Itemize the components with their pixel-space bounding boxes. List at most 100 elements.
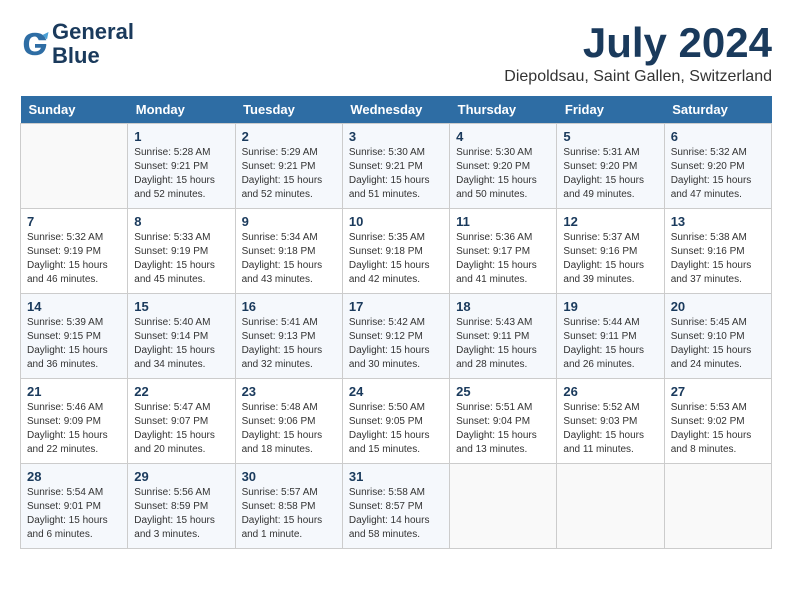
week-row-3: 14 Sunrise: 5:39 AM Sunset: 9:15 PM Dayli… [21,294,772,379]
day-number: 29 [134,469,228,484]
day-info: Sunrise: 5:52 AM Sunset: 9:03 PM Dayligh… [563,401,657,457]
day-cell [557,464,664,549]
day-number: 11 [456,214,550,229]
day-info: Sunrise: 5:53 AM Sunset: 9:02 PM Dayligh… [671,401,765,457]
title-block: July 2024 Diepoldsau, Saint Gallen, Swit… [504,20,772,86]
day-number: 16 [242,299,336,314]
day-info: Sunrise: 5:54 AM Sunset: 9:01 PM Dayligh… [27,486,121,542]
day-info: Sunrise: 5:47 AM Sunset: 9:07 PM Dayligh… [134,401,228,457]
day-number: 27 [671,384,765,399]
header-cell-wednesday: Wednesday [342,96,449,124]
day-number: 23 [242,384,336,399]
day-cell: 17Sunrise: 5:42 AM Sunset: 9:12 PM Dayli… [342,294,449,379]
day-info: Sunrise: 5:51 AM Sunset: 9:04 PM Dayligh… [456,401,550,457]
day-number: 26 [563,384,657,399]
day-cell [664,464,771,549]
day-cell: 18 Sunrise: 5:43 AM Sunset: 9:11 PM Dayli… [450,294,557,379]
day-info: Sunrise: 5:30 AM Sunset: 9:21 PM Dayligh… [349,146,443,202]
day-cell: 22 Sunrise: 5:47 AM Sunset: 9:07 PM Dayli… [128,379,235,464]
day-cell: 5 Sunrise: 5:31 AM Sunset: 9:20 PM Daylig… [557,124,664,209]
day-number: 14 [27,299,121,314]
day-cell: 11 Sunrise: 5:36 AM Sunset: 9:17 PM Dayli… [450,209,557,294]
day-cell: 24Sunrise: 5:50 AM Sunset: 9:05 PM Dayli… [342,379,449,464]
day-cell: 6 Sunrise: 5:32 AM Sunset: 9:20 PM Daylig… [664,124,771,209]
day-number: 25 [456,384,550,399]
day-number: 8 [134,214,228,229]
day-number: 31 [349,469,443,484]
day-info: Sunrise: 5:35 AM Sunset: 9:18 PM Dayligh… [349,231,443,287]
day-cell: 14 Sunrise: 5:39 AM Sunset: 9:15 PM Dayli… [21,294,128,379]
day-cell: 2Sunrise: 5:29 AM Sunset: 9:21 PM Daylig… [235,124,342,209]
day-cell: 9 Sunrise: 5:34 AM Sunset: 9:18 PM Daylig… [235,209,342,294]
day-info: Sunrise: 5:45 AM Sunset: 9:10 PM Dayligh… [671,316,765,372]
day-number: 17 [349,299,443,314]
day-info: Sunrise: 5:34 AM Sunset: 9:18 PM Dayligh… [242,231,336,287]
logo: General Blue [20,20,134,68]
day-cell: 26 Sunrise: 5:52 AM Sunset: 9:03 PM Dayli… [557,379,664,464]
day-number: 28 [27,469,121,484]
day-cell [21,124,128,209]
day-info: Sunrise: 5:40 AM Sunset: 9:14 PM Dayligh… [134,316,228,372]
month-title: July 2024 [504,20,772,66]
day-info: Sunrise: 5:44 AM Sunset: 9:11 PM Dayligh… [563,316,657,372]
day-number: 20 [671,299,765,314]
day-number: 15 [134,299,228,314]
day-info: Sunrise: 5:31 AM Sunset: 9:20 PM Dayligh… [563,146,657,202]
day-info: Sunrise: 5:30 AM Sunset: 9:20 PM Dayligh… [456,146,550,202]
calendar-table: SundayMondayTuesdayWednesdayThursdayFrid… [20,96,772,549]
day-number: 1 [134,129,228,144]
header-cell-friday: Friday [557,96,664,124]
day-cell: 3 Sunrise: 5:30 AM Sunset: 9:21 PM Daylig… [342,124,449,209]
day-number: 19 [563,299,657,314]
day-info: Sunrise: 5:50 AM Sunset: 9:05 PM Dayligh… [349,401,443,457]
week-row-5: 28 Sunrise: 5:54 AM Sunset: 9:01 PM Dayli… [21,464,772,549]
day-cell: 12Sunrise: 5:37 AM Sunset: 9:16 PM Dayli… [557,209,664,294]
day-number: 22 [134,384,228,399]
day-number: 10 [349,214,443,229]
day-cell: 31 Sunrise: 5:58 AM Sunset: 8:57 PM Dayli… [342,464,449,549]
header-cell-sunday: Sunday [21,96,128,124]
calendar-body: 1 Sunrise: 5:28 AM Sunset: 9:21 PM Daylig… [21,124,772,549]
day-info: Sunrise: 5:36 AM Sunset: 9:17 PM Dayligh… [456,231,550,287]
day-number: 5 [563,129,657,144]
location: Diepoldsau, Saint Gallen, Switzerland [504,68,772,86]
day-info: Sunrise: 5:29 AM Sunset: 9:21 PM Dayligh… [242,146,336,202]
day-cell: 16 Sunrise: 5:41 AM Sunset: 9:13 PM Dayli… [235,294,342,379]
day-cell: 20 Sunrise: 5:45 AM Sunset: 9:10 PM Dayli… [664,294,771,379]
day-number: 30 [242,469,336,484]
day-info: Sunrise: 5:43 AM Sunset: 9:11 PM Dayligh… [456,316,550,372]
week-row-4: 21Sunrise: 5:46 AM Sunset: 9:09 PM Dayli… [21,379,772,464]
day-number: 9 [242,214,336,229]
day-cell: 10 Sunrise: 5:35 AM Sunset: 9:18 PM Dayli… [342,209,449,294]
day-cell: 21Sunrise: 5:46 AM Sunset: 9:09 PM Dayli… [21,379,128,464]
day-number: 13 [671,214,765,229]
day-number: 18 [456,299,550,314]
day-info: Sunrise: 5:41 AM Sunset: 9:13 PM Dayligh… [242,316,336,372]
day-number: 4 [456,129,550,144]
day-number: 3 [349,129,443,144]
day-info: Sunrise: 5:58 AM Sunset: 8:57 PM Dayligh… [349,486,443,542]
day-number: 21 [27,384,121,399]
day-cell [450,464,557,549]
day-number: 6 [671,129,765,144]
week-row-1: 1 Sunrise: 5:28 AM Sunset: 9:21 PM Daylig… [21,124,772,209]
page-header: General Blue July 2024 Diepoldsau, Saint… [20,20,772,86]
day-info: Sunrise: 5:37 AM Sunset: 9:16 PM Dayligh… [563,231,657,287]
day-cell: 1 Sunrise: 5:28 AM Sunset: 9:21 PM Daylig… [128,124,235,209]
logo-text: General Blue [52,20,134,68]
day-info: Sunrise: 5:48 AM Sunset: 9:06 PM Dayligh… [242,401,336,457]
day-cell: 4 Sunrise: 5:30 AM Sunset: 9:20 PM Daylig… [450,124,557,209]
day-cell: 23 Sunrise: 5:48 AM Sunset: 9:06 PM Dayli… [235,379,342,464]
header-cell-saturday: Saturday [664,96,771,124]
week-row-2: 7Sunrise: 5:32 AM Sunset: 9:19 PM Daylig… [21,209,772,294]
day-cell: 8Sunrise: 5:33 AM Sunset: 9:19 PM Daylig… [128,209,235,294]
day-cell: 29 Sunrise: 5:56 AM Sunset: 8:59 PM Dayli… [128,464,235,549]
day-cell: 7Sunrise: 5:32 AM Sunset: 9:19 PM Daylig… [21,209,128,294]
day-cell: 28 Sunrise: 5:54 AM Sunset: 9:01 PM Dayli… [21,464,128,549]
day-info: Sunrise: 5:28 AM Sunset: 9:21 PM Dayligh… [134,146,228,202]
header-cell-thursday: Thursday [450,96,557,124]
day-cell: 25 Sunrise: 5:51 AM Sunset: 9:04 PM Dayli… [450,379,557,464]
day-info: Sunrise: 5:32 AM Sunset: 9:20 PM Dayligh… [671,146,765,202]
day-info: Sunrise: 5:39 AM Sunset: 9:15 PM Dayligh… [27,316,121,372]
day-info: Sunrise: 5:56 AM Sunset: 8:59 PM Dayligh… [134,486,228,542]
